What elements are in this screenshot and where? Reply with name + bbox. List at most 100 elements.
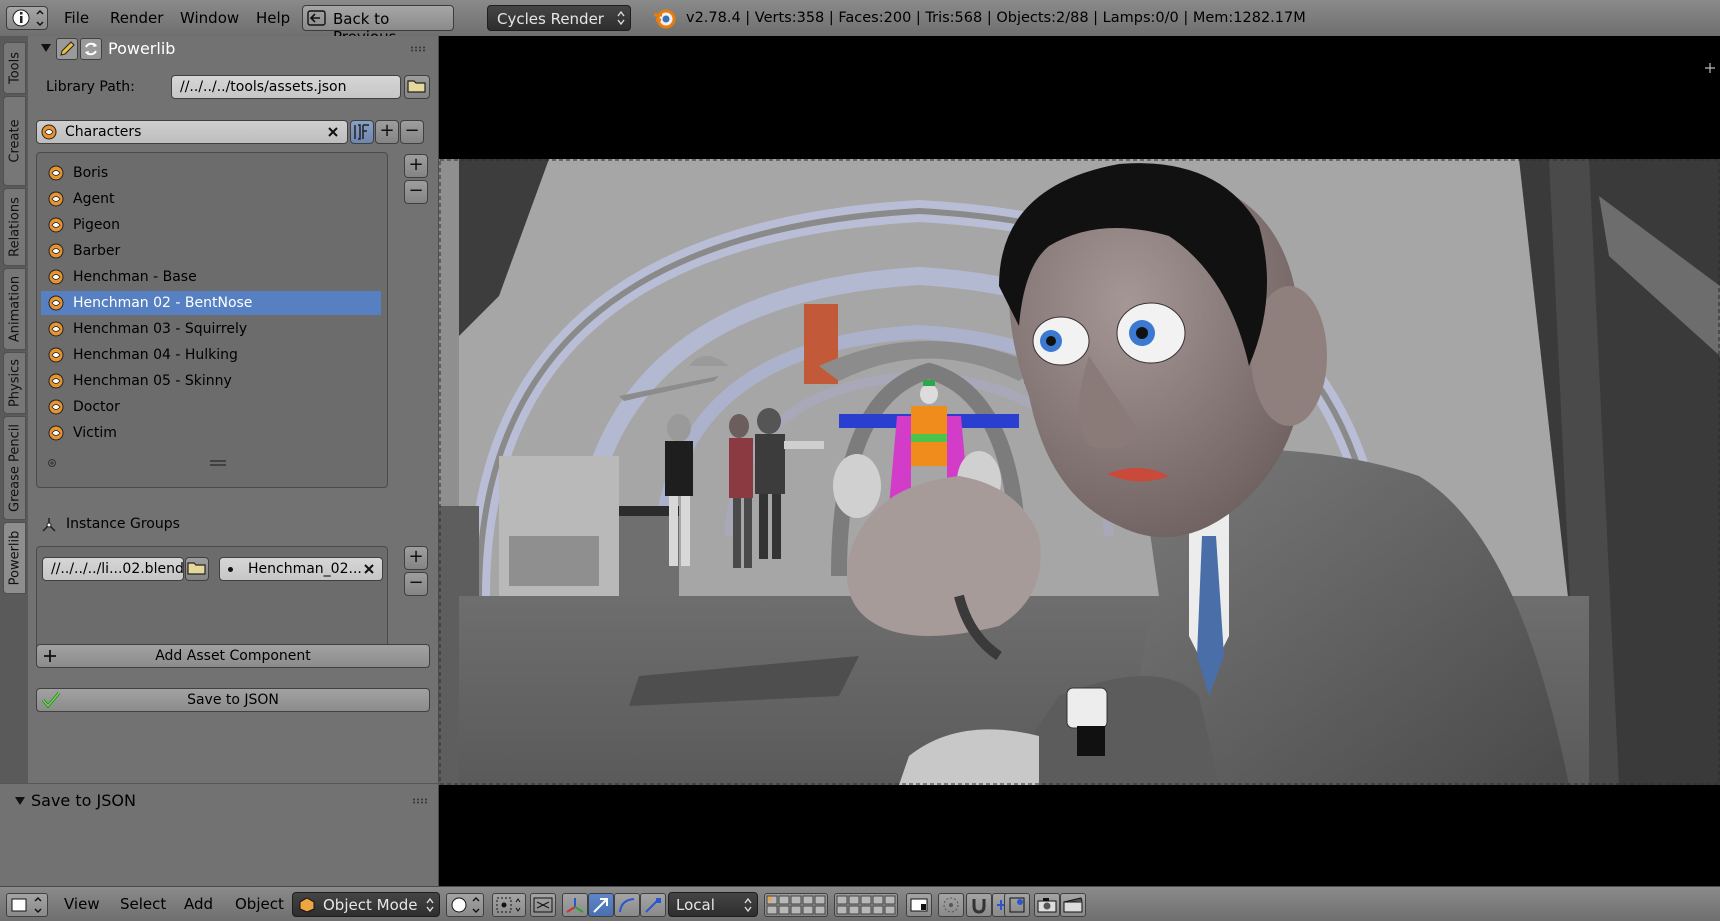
list-resize-grip-icon[interactable] (209, 459, 227, 467)
category-selector[interactable]: Characters (36, 120, 348, 144)
pencil-icon[interactable] (56, 38, 78, 60)
character-asset-icon (48, 347, 64, 363)
group-dot-icon (228, 567, 233, 572)
character-category-icon (41, 124, 57, 140)
menu-add[interactable]: Add (184, 887, 213, 921)
drag-grip-icon[interactable] (410, 46, 426, 52)
tab-animation[interactable]: Animation (3, 268, 26, 350)
clear-category-icon[interactable] (327, 126, 339, 138)
character-name: Boris (73, 165, 109, 181)
character-name: Henchman 05 - Skinny (73, 373, 232, 389)
character-name: Barber (73, 243, 121, 259)
proportional-icon (943, 897, 959, 913)
tab-grease-pencil[interactable]: Grease Pencil (3, 416, 26, 520)
object-mode-icon (299, 897, 315, 913)
character-list-item[interactable]: Agent (41, 187, 381, 211)
render-still-button[interactable] (1034, 893, 1060, 917)
character-list-item[interactable]: Pigeon (41, 213, 381, 237)
viewport-shading-button[interactable] (446, 893, 484, 917)
transform-axes-button[interactable] (562, 893, 588, 917)
tab-tools[interactable]: Tools (3, 42, 26, 94)
clear-group-icon[interactable] (363, 563, 375, 575)
character-list-item[interactable]: Barber (41, 239, 381, 263)
instance-group-name-field[interactable]: Henchman_02... (219, 557, 383, 581)
snap-toggle-button[interactable] (966, 893, 992, 917)
snap-target-button[interactable] (1004, 893, 1030, 917)
mode-value: Object Mode (323, 896, 418, 914)
refresh-icon[interactable] (80, 38, 102, 60)
lock-camera-layers-button[interactable] (906, 893, 932, 917)
menu-help[interactable]: Help (256, 0, 290, 36)
info-icon (12, 9, 44, 27)
solid-shading-icon (451, 897, 480, 913)
character-list-item[interactable]: Henchman 02 - BentNose (41, 291, 381, 315)
manipulator-toggle-button[interactable] (530, 893, 556, 917)
tab-relations[interactable]: Relations (3, 188, 26, 266)
menu-file[interactable]: File (64, 0, 89, 36)
character-asset-icon (48, 269, 64, 285)
character-name: Henchman 04 - Hulking (73, 347, 238, 363)
instance-group-file-field[interactable]: //../../../li...02.blend (42, 557, 184, 581)
3d-viewport[interactable] (439, 36, 1720, 886)
character-list-item[interactable]: Victim (41, 421, 381, 445)
tab-create[interactable]: Create (3, 96, 26, 186)
add-character-button[interactable]: + (404, 154, 428, 178)
character-name: Henchman 03 - Squirrely (73, 321, 248, 337)
menu-render[interactable]: Render (110, 0, 163, 36)
character-name: Henchman 02 - BentNose (73, 295, 253, 311)
save-to-json-label: Save to JSON (187, 692, 279, 708)
scale-icon (645, 898, 661, 913)
library-path-field[interactable]: //../../../tools/assets.json (171, 75, 401, 99)
camera-icon (1037, 898, 1057, 913)
editor-type-info-button[interactable] (6, 6, 48, 30)
updown-arrows-icon (426, 897, 434, 913)
remove-character-button[interactable]: − (404, 180, 428, 204)
character-list-item[interactable]: Henchman 05 - Skinny (41, 369, 381, 393)
character-list-item[interactable]: Doctor (41, 395, 381, 419)
transform-orientation-value: Local (676, 896, 715, 914)
translate-manipulator-button[interactable] (588, 893, 614, 917)
editor-type-button[interactable] (6, 893, 48, 917)
character-list-item[interactable]: Boris (41, 161, 381, 185)
save-to-json-button[interactable]: Save to JSON (36, 688, 430, 712)
drag-grip-icon[interactable] (412, 798, 428, 804)
back-to-previous-button[interactable]: Back to Previous (302, 5, 454, 46)
render-engine-dropdown[interactable]: Cycles Render (487, 5, 631, 31)
collapse-triangle-icon[interactable] (40, 42, 52, 54)
menu-window[interactable]: Window (180, 0, 239, 36)
viewport-plus-icon[interactable] (1704, 62, 1716, 74)
snap-target-icon (1009, 897, 1025, 913)
rotate-manipulator-button[interactable] (614, 893, 640, 917)
pivot-point-button[interactable] (492, 893, 526, 917)
filter-category-button[interactable] (350, 120, 374, 144)
render-animation-button[interactable] (1060, 893, 1086, 917)
proportional-editing-button[interactable] (938, 893, 964, 917)
remove-category-button[interactable]: − (400, 120, 424, 144)
list-resize-dot-icon[interactable] (47, 458, 57, 468)
layers-group-2[interactable] (834, 893, 898, 917)
tab-powerlib[interactable]: Powerlib (3, 522, 26, 594)
character-asset-icon (48, 191, 64, 207)
transform-orientation-dropdown[interactable]: Local (668, 892, 758, 917)
add-category-button[interactable]: + (375, 120, 399, 144)
scale-manipulator-button[interactable] (640, 893, 666, 917)
menu-select[interactable]: Select (120, 887, 166, 921)
character-list-item[interactable]: Henchman 03 - Squirrely (41, 317, 381, 341)
browse-library-button[interactable] (404, 75, 430, 99)
menu-view[interactable]: View (64, 887, 100, 921)
collapse-triangle-icon[interactable] (14, 795, 26, 807)
layers-group-1[interactable] (764, 893, 828, 917)
character-list-item[interactable]: Henchman 04 - Hulking (41, 343, 381, 367)
info-header: File Render Window Help Back to Previous… (0, 0, 1720, 46)
remove-instance-group-button[interactable]: − (404, 572, 428, 596)
tab-physics[interactable]: Physics (3, 352, 26, 414)
character-list-item[interactable]: Henchman - Base (41, 265, 381, 289)
mode-dropdown[interactable]: Object Mode (292, 892, 440, 917)
cube-view-icon (11, 896, 42, 914)
add-instance-group-button[interactable]: + (404, 546, 428, 570)
updown-arrows-icon (617, 10, 625, 26)
browse-blend-button[interactable] (185, 557, 209, 581)
add-asset-component-button[interactable]: Add Asset Component (36, 644, 430, 668)
character-asset-icon (48, 165, 64, 181)
menu-object[interactable]: Object (235, 887, 284, 921)
